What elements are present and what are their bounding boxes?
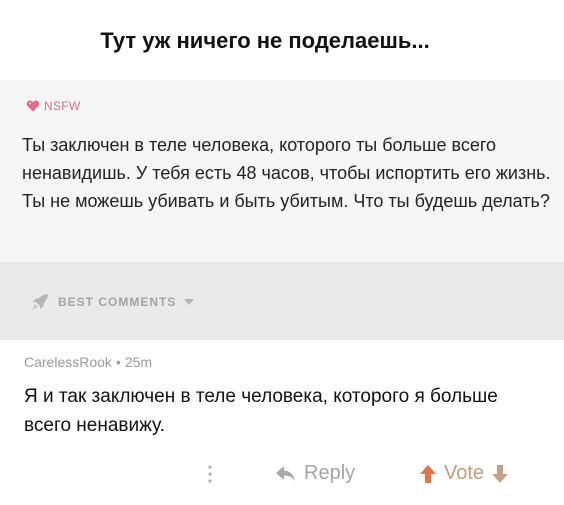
sort-comments-button[interactable]: BEST COMMENTS: [30, 292, 195, 312]
meta-separator: •: [115, 354, 121, 370]
comment-text: Я и так заключен в теле человека, которо…: [24, 386, 498, 436]
reply-label: Reply: [304, 462, 356, 484]
vote-label: Vote: [444, 462, 485, 484]
heart-icon: [26, 100, 40, 112]
downvote-arrow-icon[interactable]: [492, 464, 509, 483]
comment-author[interactable]: CarelessRook: [24, 354, 112, 370]
comment: CarelessRook • 25m Я и так заключен в теле…: [0, 340, 564, 505]
comment-age: 25m: [124, 354, 153, 370]
comments-header: BEST COMMENTS: [0, 262, 564, 340]
reply-button[interactable]: Reply: [276, 462, 355, 485]
comment-meta: CarelessRook • 25m: [24, 354, 152, 370]
question-post: NSFW Ты заключен в теле человека, которо…: [0, 80, 564, 262]
question-text: Ты заключен в теле человека, которого ты…: [22, 135, 551, 211]
more-vertical-icon[interactable]: [208, 465, 212, 483]
chevron-down-icon: [184, 299, 195, 305]
nsfw-tag: NSFW: [26, 98, 81, 114]
reply-arrow-icon: [276, 465, 296, 482]
nsfw-label: NSFW: [44, 99, 81, 113]
vote-control: Vote: [420, 462, 509, 485]
comment-actions: Reply Vote: [0, 462, 564, 488]
upvote-arrow-icon[interactable]: [420, 464, 436, 483]
best-comments-label: BEST COMMENTS: [58, 295, 177, 309]
meme-caption: Тут уж ничего не поделаешь...: [100, 28, 430, 53]
rocket-icon: [30, 292, 50, 312]
